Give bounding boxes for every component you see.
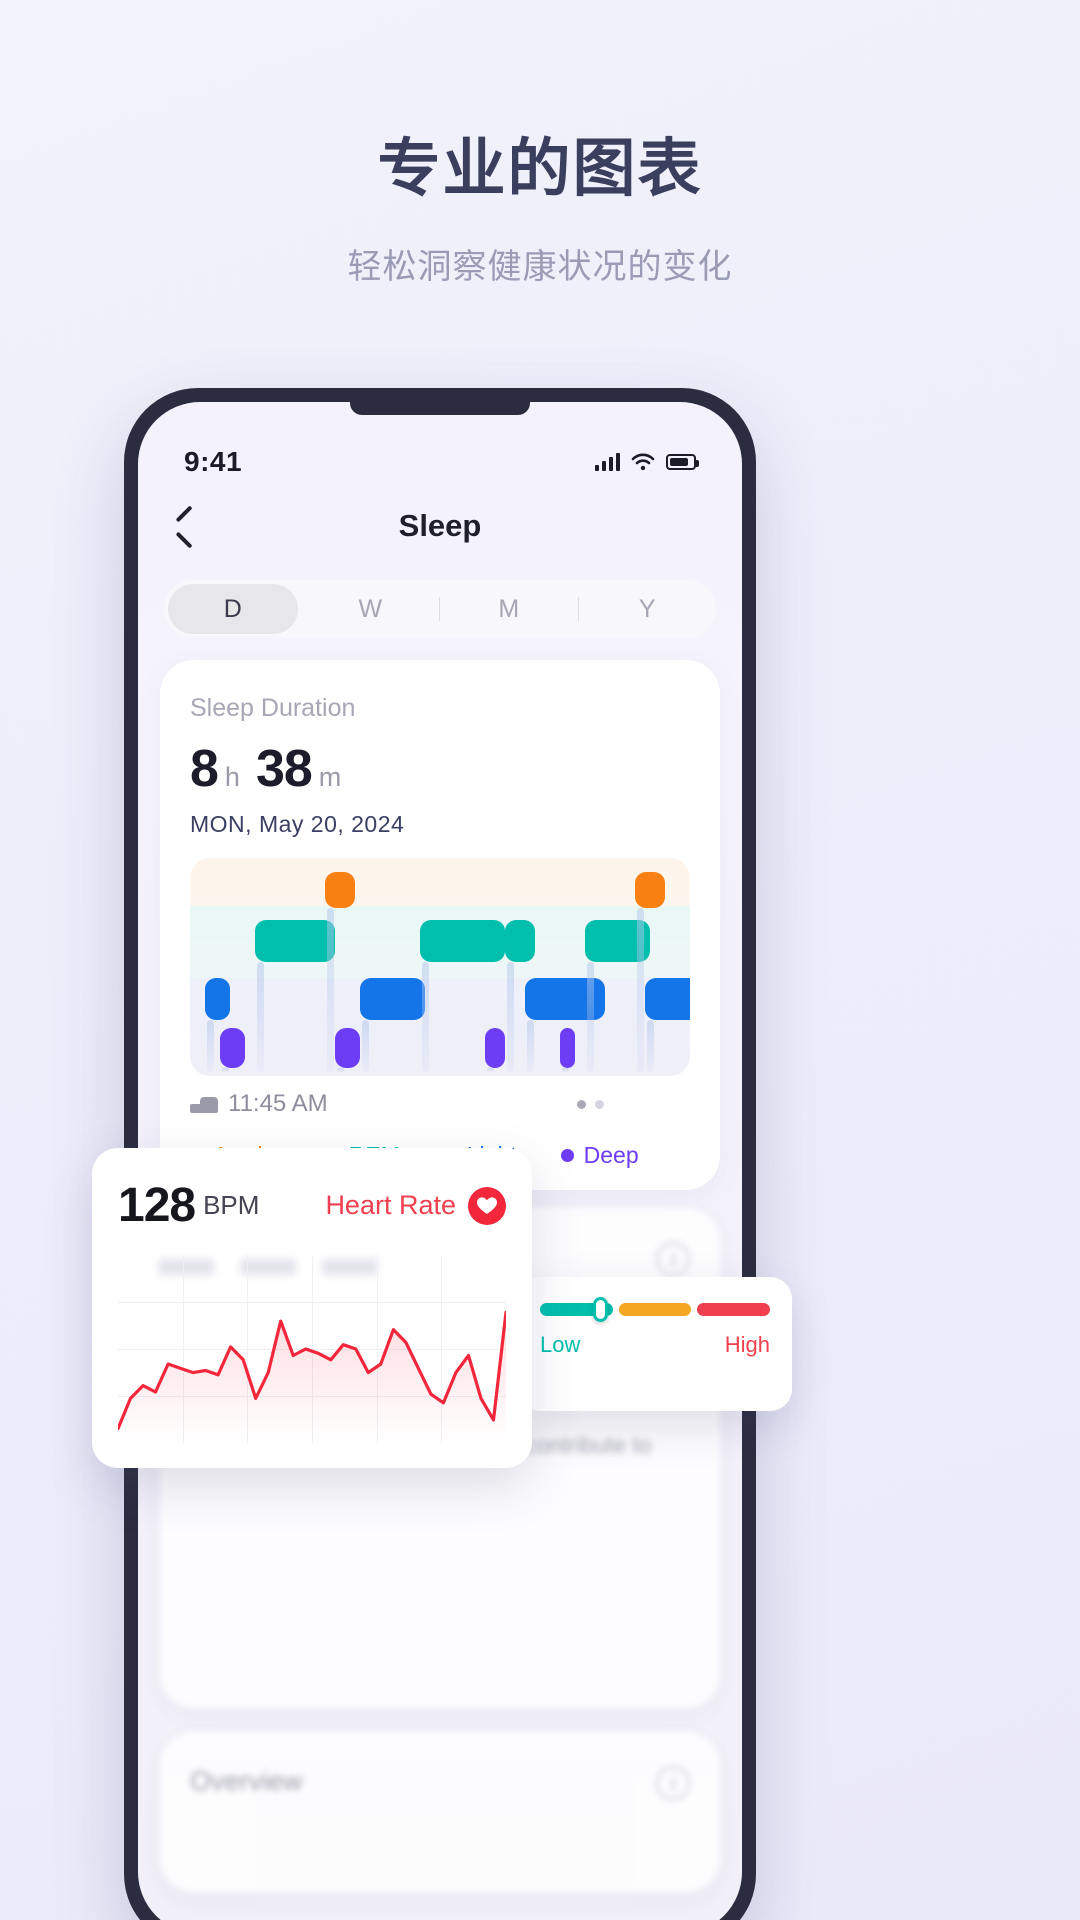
sleep-duration-card: Sleep Duration 8 h 38 m MON, May 20, 202… xyxy=(160,660,720,1190)
hypnogram-connector xyxy=(257,962,264,1072)
range-segmented-control[interactable]: D W M Y xyxy=(164,580,716,638)
overview-card[interactable]: Overview i xyxy=(160,1732,720,1892)
info-icon[interactable]: i xyxy=(656,1242,690,1276)
heart-rate-value: 128 xyxy=(118,1179,196,1232)
chevron-left-icon xyxy=(175,510,193,542)
scale-label-low: Low xyxy=(540,1332,581,1357)
battery-icon xyxy=(666,454,699,470)
page-subtitle: 轻松洞察健康状况的变化 xyxy=(347,248,733,286)
sleep-duration-value: 8 h 38 m xyxy=(190,739,690,799)
promo-header: 专业的图表 轻松洞察健康状况的变化 xyxy=(0,0,1080,288)
heart-rate-label: Heart Rate xyxy=(325,1190,456,1220)
page-dots[interactable] xyxy=(577,1099,604,1109)
hypnogram-band-awake xyxy=(635,872,665,908)
phone-notch xyxy=(350,402,530,415)
hypnogram-connector xyxy=(207,1020,214,1072)
nav-title: Sleep xyxy=(398,508,482,543)
duration-hours: 8 xyxy=(190,740,219,798)
info-icon[interactable]: i xyxy=(656,1766,690,1800)
hypnogram-connector xyxy=(637,908,644,1072)
cellular-signal-icon xyxy=(595,453,620,471)
heart-icon xyxy=(468,1186,506,1225)
hypnogram-band-deep xyxy=(560,1028,575,1068)
page-title: 专业的图表 xyxy=(377,134,703,204)
hypnogram-connector xyxy=(647,1020,654,1072)
hypnogram-connector xyxy=(562,1068,569,1072)
wifi-icon xyxy=(631,453,655,471)
hypnogram-band-light xyxy=(645,978,690,1020)
hypnogram-band-rem xyxy=(255,920,335,962)
hypnogram-connector xyxy=(327,908,334,1072)
scale-bars[interactable] xyxy=(540,1303,771,1316)
duration-minutes-unit: m xyxy=(318,762,342,792)
scale-bar-high xyxy=(697,1303,771,1316)
hypnogram-band-light xyxy=(205,978,230,1020)
status-clock: 9:41 xyxy=(184,446,243,477)
tab-month[interactable]: M xyxy=(440,580,578,638)
hypnogram-connector xyxy=(527,1020,534,1072)
status-bar: 9:41 xyxy=(138,442,742,482)
hypnogram-connector xyxy=(587,962,594,1072)
tab-week[interactable]: W xyxy=(302,580,440,638)
bed-icon xyxy=(190,1095,218,1113)
hypnogram-footer: 11:45 AM xyxy=(190,1090,690,1118)
tab-day[interactable]: D xyxy=(164,580,302,638)
hypnogram-band-deep xyxy=(220,1028,245,1068)
hypnogram-chart[interactable] xyxy=(190,858,690,1076)
duration-minutes: 38 xyxy=(255,740,313,798)
duration-hours-unit: h xyxy=(224,762,240,792)
heart-rate-overlay-card[interactable]: 128 BPM Heart Rate xyxy=(92,1148,532,1468)
hypnogram-connector xyxy=(337,1068,344,1072)
heart-rate-unit: BPM xyxy=(203,1190,260,1220)
hypnogram-connector xyxy=(487,1068,494,1072)
hypnogram-connector xyxy=(422,962,429,1072)
legend-dot xyxy=(560,1149,574,1162)
tab-year[interactable]: Y xyxy=(579,580,717,638)
hypnogram-connector xyxy=(222,1068,229,1072)
bedtime-label: 11:45 AM xyxy=(228,1090,328,1117)
scale-bar-mid xyxy=(618,1303,692,1316)
hypnogram-band-awake xyxy=(325,872,355,908)
legend-label: Deep xyxy=(583,1142,639,1168)
heart-rate-line xyxy=(118,1310,506,1443)
hypnogram-connector xyxy=(362,1020,369,1072)
scale-knob[interactable] xyxy=(592,1297,608,1322)
hypnogram-connector xyxy=(507,962,514,1072)
overview-title: Overview xyxy=(190,1766,303,1796)
hypnogram-band-deep xyxy=(335,1028,360,1068)
hypnogram-band-rem xyxy=(420,920,505,962)
sleep-date: MON, May 20, 2024 xyxy=(190,811,405,837)
hypnogram-band-rem xyxy=(505,920,535,962)
hypnogram-band-light xyxy=(360,978,425,1020)
heart-rate-chart[interactable] xyxy=(118,1255,506,1443)
hypnogram-band-deep xyxy=(485,1028,505,1068)
scale-label-high: High xyxy=(724,1332,770,1357)
legend-item-deep: Deep xyxy=(560,1142,639,1169)
sleep-duration-label: Sleep Duration xyxy=(190,694,356,722)
intensity-scale-overlay[interactable]: Low High xyxy=(518,1277,792,1411)
nav-bar: Sleep xyxy=(138,490,742,562)
